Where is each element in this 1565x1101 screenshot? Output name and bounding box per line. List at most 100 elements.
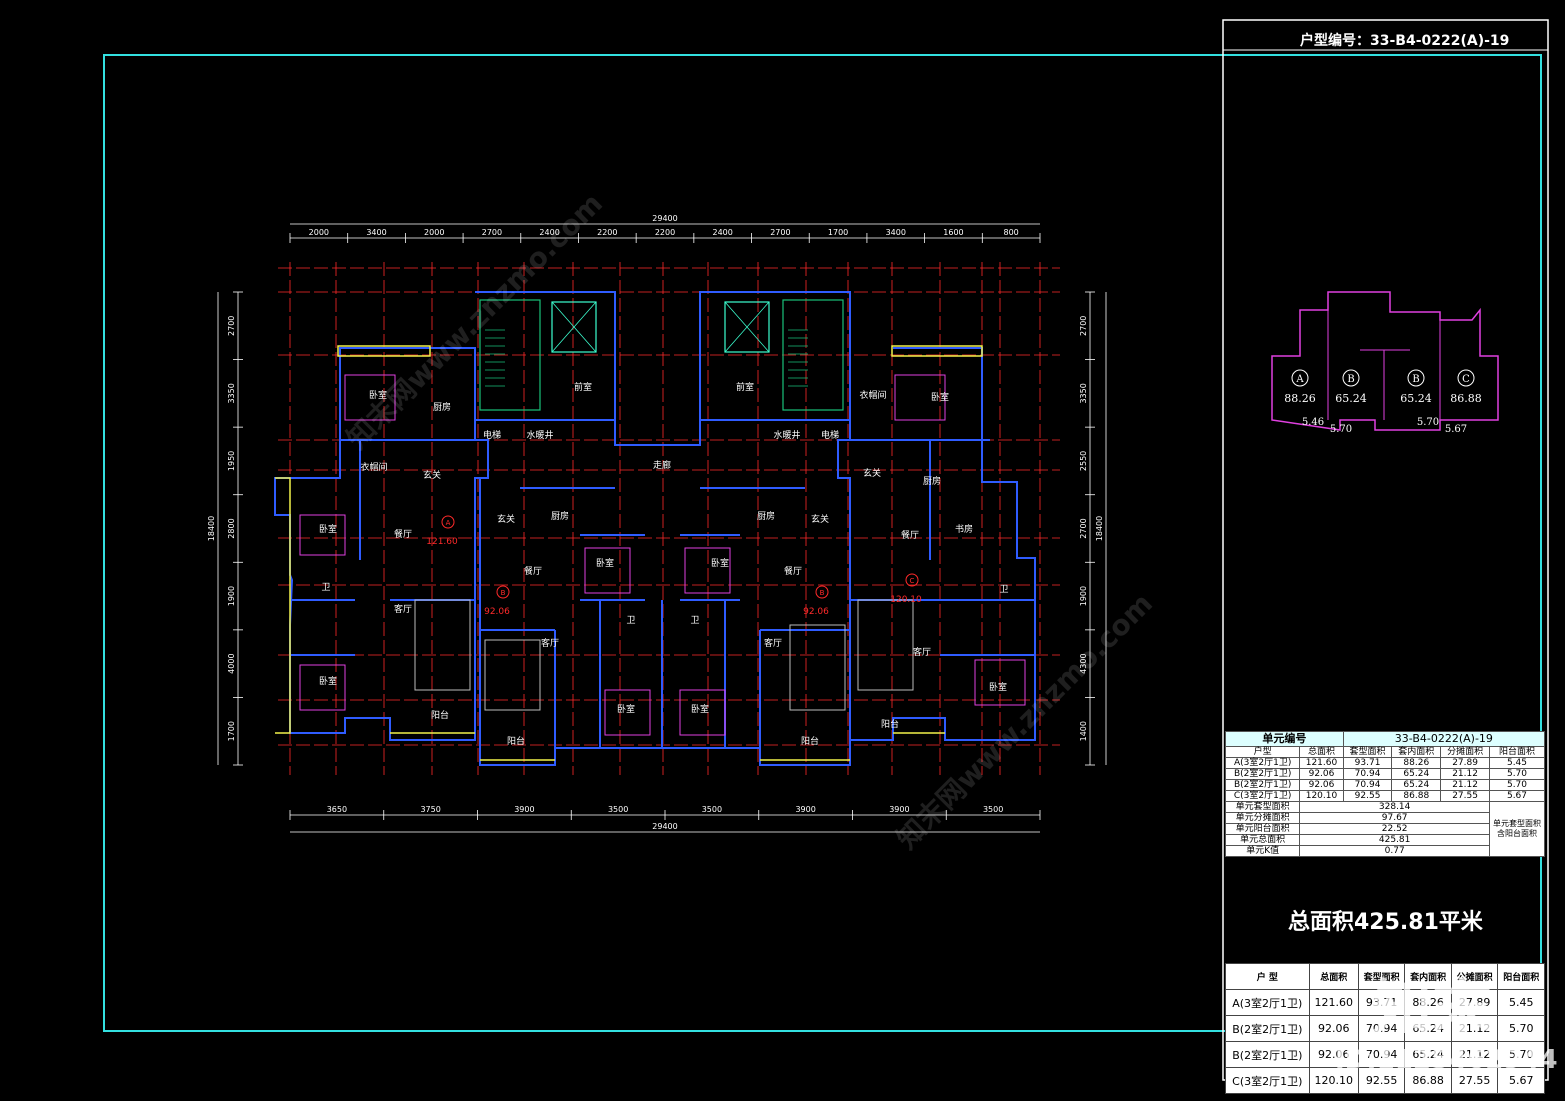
table-cell: 86.88 xyxy=(1391,790,1442,802)
type-code-header: 户型编号：33-B4-0222(A)-19 xyxy=(1300,33,1510,49)
dim-label: 2700 xyxy=(1079,518,1088,538)
sofa-set xyxy=(484,639,541,711)
table-cell: 单元分摊面积 xyxy=(1224,812,1301,824)
room-label: 客厅 xyxy=(913,646,931,658)
dim-total-label: 18400 xyxy=(1095,516,1104,541)
dim-label: 2000 xyxy=(424,228,444,237)
table-cell: 92.55 xyxy=(1342,790,1393,802)
table-cell: B(2室2厅1卫) xyxy=(1225,1041,1310,1068)
table-cell: 70.94 xyxy=(1342,768,1393,780)
table-row: 单元套型面积 328.14 单元套型面积 含阳台面积 xyxy=(1224,801,1545,857)
table-cell: C(3室2厅1卫) xyxy=(1224,790,1301,802)
room-label: 厨房 xyxy=(551,510,569,522)
key-plan-balcony-area: 5.67 xyxy=(1445,424,1467,435)
room-label: 前室 xyxy=(574,381,592,393)
room-label: 电梯 xyxy=(483,429,501,441)
watermark-brand: 知末 xyxy=(1372,974,1492,1044)
table-cell: 套内面积 xyxy=(1391,746,1442,758)
table-cell: 5.70 xyxy=(1489,779,1545,791)
table-cell: 5.45 xyxy=(1497,989,1545,1016)
dim-label: 2550 xyxy=(1079,451,1088,471)
room-label: 卧室 xyxy=(319,523,337,535)
dim-label: 2700 xyxy=(482,228,502,237)
axis-grid xyxy=(278,262,1060,775)
table-cell: 5.45 xyxy=(1489,757,1545,769)
unit-marker-area: 92.06 xyxy=(484,607,510,617)
table-cell: 27.89 xyxy=(1440,757,1490,769)
dim-label: 3350 xyxy=(227,383,236,403)
table-cell: 户 型 xyxy=(1225,963,1310,990)
table-cell: 121.60 xyxy=(1308,989,1359,1016)
dim-label: 2000 xyxy=(309,228,329,237)
table-cell: 27.55 xyxy=(1440,790,1490,802)
room-label: 卧室 xyxy=(596,557,614,569)
dim-total-label: 18400 xyxy=(207,516,216,541)
table-cell: 单元套型面积 xyxy=(1224,801,1301,813)
balcony-rail xyxy=(275,477,291,734)
dim-label: 2200 xyxy=(597,228,617,237)
table-cell: 120.10 xyxy=(1299,790,1344,802)
room-label: 餐厅 xyxy=(524,565,542,577)
wall-outline xyxy=(850,347,1036,741)
room-label: 玄关 xyxy=(423,469,441,481)
table-cell: 0.77 xyxy=(1299,845,1490,857)
wall-outline xyxy=(599,600,726,748)
unit-marker-letter: A xyxy=(446,519,451,527)
dim-label: 1900 xyxy=(227,586,236,606)
room-label: 餐厅 xyxy=(784,565,802,577)
key-plan-outline xyxy=(1271,291,1499,431)
dim-label: 2700 xyxy=(770,228,790,237)
table-row: C(3室2厅1卫) 120.10 92.55 86.88 27.55 5.67 xyxy=(1224,790,1545,802)
room-label: 阳台 xyxy=(431,709,449,721)
table-cell: 阳台面积 xyxy=(1489,746,1545,758)
table-cell: 33-B4-0222(A)-19 xyxy=(1342,731,1546,747)
table-cell: 70.94 xyxy=(1342,779,1393,791)
dim-label: 1400 xyxy=(1079,721,1088,741)
table-cell: 425.81 xyxy=(1299,834,1490,846)
table-cell: 5.70 xyxy=(1497,1015,1545,1042)
room-label: 卧室 xyxy=(617,703,635,715)
table-cell: A(3室2厅1卫) xyxy=(1225,989,1310,1016)
room-label: 前室 xyxy=(736,381,754,393)
dim-label: 3400 xyxy=(886,228,906,237)
table-row: A(3室2厅1卫) 121.60 93.71 88.26 27.89 5.45 xyxy=(1224,757,1545,769)
dim-total-label: 29400 xyxy=(652,214,677,223)
table-cell: B(2室2厅1卫) xyxy=(1225,1015,1310,1042)
key-plan-unit-area: 86.88 xyxy=(1450,392,1482,405)
table-row: B(2室2厅1卫) 92.06 70.94 65.24 21.12 5.70 xyxy=(1224,779,1545,791)
room-label: 卧室 xyxy=(931,391,949,403)
room-label: 厨房 xyxy=(433,401,451,413)
room-label: 阳台 xyxy=(801,735,819,747)
key-plan-balcony-area: 5.70 xyxy=(1417,417,1439,428)
table-cell: 92.06 xyxy=(1299,768,1344,780)
bed xyxy=(299,664,346,711)
room-label: 走廊 xyxy=(653,459,671,471)
dim-label: 2700 xyxy=(227,316,236,336)
dim-label: 1900 xyxy=(1079,586,1088,606)
table-cell: 总面积 xyxy=(1299,746,1344,758)
table-cell: 单元K值 xyxy=(1224,845,1301,857)
dim-label: 1950 xyxy=(227,451,236,471)
room-label: 衣帽间 xyxy=(360,461,387,473)
dim-label: 2700 xyxy=(1079,316,1088,336)
key-plan-unit-letter: B xyxy=(1412,374,1419,385)
dim-label: 3500 xyxy=(608,805,628,814)
table-cell: 121.60 xyxy=(1299,757,1344,769)
room-label: 餐厅 xyxy=(901,529,919,541)
room-label: 客厅 xyxy=(764,637,782,649)
table-cell: 21.12 xyxy=(1440,779,1490,791)
room-label: 电梯 xyxy=(821,429,839,441)
room-label: 卫 xyxy=(690,616,699,626)
table-cell: 户型 xyxy=(1224,746,1301,758)
dim-label: 4000 xyxy=(227,653,236,673)
room-label: 餐厅 xyxy=(394,528,412,540)
unit-marker-letter: B xyxy=(820,589,825,597)
key-plan-unit-area: 65.24 xyxy=(1400,392,1432,405)
bed xyxy=(584,547,631,594)
dim-label: 3500 xyxy=(702,805,722,814)
room-label: 衣帽间 xyxy=(859,389,886,401)
dim-label: 3750 xyxy=(420,805,440,814)
table-cell: B(2室2厅1卫) xyxy=(1224,779,1301,791)
floor-plan: 卧室厨房玄关衣帽间餐厅卧室卫客厅卧室阳台玄关 厨房餐厅卧室客厅卫卧室阳台走廊前室电… xyxy=(274,291,1036,766)
room-label: 阳台 xyxy=(507,735,525,747)
